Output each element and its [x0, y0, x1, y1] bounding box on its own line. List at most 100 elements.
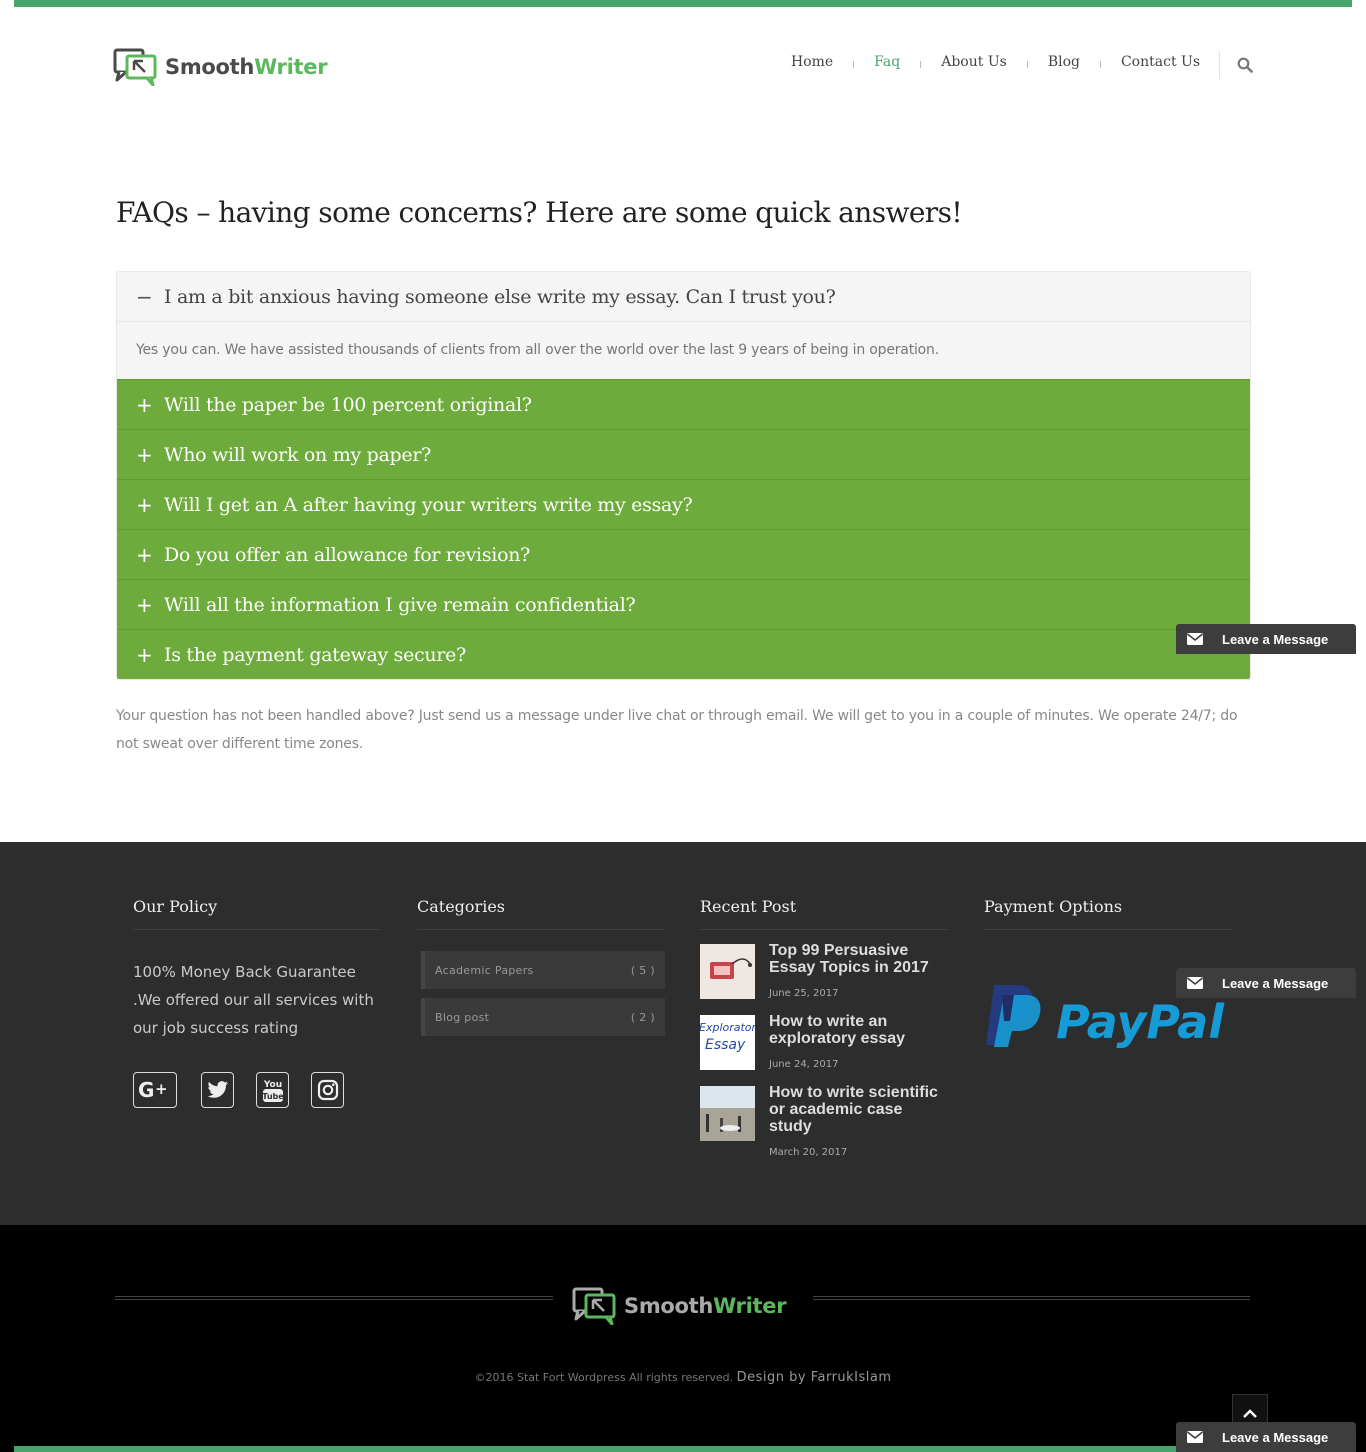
nav-home[interactable]: Home	[791, 54, 833, 70]
chevron-up-icon	[1243, 1409, 1257, 1418]
paypal-logo-text: PayPal	[1056, 995, 1225, 1049]
category-item[interactable]: Academic Papers ( 5 )	[421, 951, 665, 989]
bottom-accent-bar	[14, 1446, 1352, 1452]
faq-question: Will the paper be 100 percent original?	[164, 393, 532, 416]
social-links: G + You Tube	[133, 1072, 381, 1108]
leave-message-button[interactable]: Leave a Message	[1176, 1422, 1356, 1452]
category-label: Blog post	[435, 1010, 490, 1024]
divider-line	[115, 1296, 553, 1300]
envelope-icon	[1176, 968, 1214, 998]
nav-separator	[1026, 61, 1028, 68]
faq-item[interactable]: + Do you offer an allowance for revision…	[117, 529, 1250, 579]
faq-accordion: − I am a bit anxious having someone else…	[116, 271, 1251, 680]
nav-separator	[920, 61, 922, 68]
logo-chat-icon	[113, 48, 157, 86]
faq-item[interactable]: + Will I get an A after having your writ…	[117, 479, 1250, 529]
collapse-icon: −	[136, 284, 153, 309]
post-title[interactable]: How to write scientific or academic case…	[769, 1084, 948, 1135]
footer-categories: Categories Academic Papers ( 5 ) Blog po…	[417, 897, 665, 1036]
faq-question: I am a bit anxious having someone else w…	[164, 285, 836, 308]
copyright: ©2016 Stat Fort Wordpress All rights res…	[0, 1370, 1366, 1385]
expand-icon: +	[136, 492, 153, 517]
envelope-icon	[1176, 624, 1214, 654]
post-thumbnail-text-1: Exploratory	[700, 1021, 755, 1034]
copyright-text: ©2016 Stat Fort Wordpress All rights res…	[474, 1371, 734, 1384]
faq-footer-note: Your question has not been handled above…	[116, 708, 1238, 752]
post-thumbnail[interactable]	[700, 1086, 755, 1141]
faq-item[interactable]: + Who will work on my paper?	[117, 429, 1250, 479]
footer-heading: Categories	[417, 897, 665, 930]
expand-icon: +	[136, 642, 153, 667]
youtube-icon-text-top: You	[262, 1080, 281, 1090]
logo-chat-icon	[572, 1287, 616, 1325]
footer-policy: Our Policy 100% Money Back Guarantee .We…	[133, 897, 381, 1108]
post-title[interactable]: How to write an exploratory essay	[769, 1013, 948, 1047]
recent-post-list: Top 99 Persuasive Essay Topics in 2017 J…	[700, 942, 948, 1158]
site-logo[interactable]: SmoothWriter	[113, 48, 328, 86]
nav-contact-us[interactable]: Contact Us	[1121, 54, 1200, 70]
footer-recent-posts: Recent Post Top 99 Persuasive Essay Topi…	[700, 897, 948, 1158]
nav-faq[interactable]: Faq	[874, 54, 900, 70]
category-count: ( 5 )	[630, 963, 655, 977]
faq-question: Is the payment gateway secure?	[164, 643, 466, 666]
leave-message-label: Leave a Message	[1222, 631, 1329, 647]
expand-icon: +	[136, 392, 153, 417]
bottom-bar: SmoothWriter ©2016 Stat Fort Wordpress A…	[0, 1225, 1366, 1452]
design-credit[interactable]: Design by FarrukIslam	[737, 1370, 892, 1385]
recent-post[interactable]: Top 99 Persuasive Essay Topics in 2017 J…	[700, 942, 948, 999]
footer-logo[interactable]: SmoothWriter	[572, 1287, 787, 1325]
faq-question: Will I get an A after having your writer…	[164, 493, 693, 516]
instagram-icon[interactable]	[311, 1072, 344, 1108]
recent-post[interactable]: How to write scientific or academic case…	[700, 1084, 948, 1158]
recent-post[interactable]: Exploratory Essay How to write an explor…	[700, 1013, 948, 1070]
youtube-icon[interactable]: You Tube	[256, 1072, 289, 1108]
post-thumbnail-text-2: Essay	[705, 1037, 746, 1053]
nav-blog[interactable]: Blog	[1048, 54, 1080, 70]
faq-answer: Yes you can. We have assisted thousands …	[117, 322, 1250, 379]
category-count: ( 2 )	[630, 1010, 655, 1024]
faq-item[interactable]: + Will the paper be 100 percent original…	[117, 379, 1250, 429]
site-header: SmoothWriter Home Faq About Us Blog Cont…	[0, 7, 1366, 117]
leave-message-label: Leave a Message	[1222, 975, 1329, 991]
twitter-icon[interactable]	[201, 1072, 234, 1108]
logo-text-writer: Writer	[254, 55, 328, 79]
policy-text: 100% Money Back Guarantee .We offered ou…	[133, 963, 374, 1037]
faq-question: Who will work on my paper?	[164, 443, 431, 466]
category-item[interactable]: Blog post ( 2 )	[421, 998, 665, 1036]
logo-text-smooth: Smooth	[624, 1294, 714, 1318]
footer-payment: Payment Options	[984, 897, 1232, 930]
faq-item[interactable]: + Will all the information I give remain…	[117, 579, 1250, 629]
youtube-icon-text-bottom: Tube	[262, 1092, 284, 1101]
leave-message-button[interactable]: Leave a Message	[1176, 968, 1356, 998]
faq-item[interactable]: + Is the payment gateway secure?	[117, 629, 1250, 679]
footer-heading: Recent Post	[700, 897, 948, 930]
category-list: Academic Papers ( 5 ) Blog post ( 2 )	[421, 951, 665, 1036]
faq-item-open-header[interactable]: − I am a bit anxious having someone else…	[117, 272, 1250, 322]
footer-heading: Our Policy	[133, 897, 381, 930]
post-date: June 24, 2017	[769, 1059, 839, 1070]
nav-separator	[853, 61, 855, 68]
page-title: FAQs – having some concerns? Here are so…	[116, 196, 963, 229]
leave-message-button[interactable]: Leave a Message	[1176, 624, 1356, 654]
google-plus-icon[interactable]: G +	[133, 1072, 177, 1108]
main-nav: Home Faq About Us Blog Contact Us	[791, 54, 1200, 70]
divider-line	[813, 1296, 1250, 1300]
logo-text-writer: Writer	[713, 1294, 787, 1318]
post-thumbnail[interactable]: Exploratory Essay	[700, 1015, 755, 1070]
expand-icon: +	[136, 542, 153, 567]
search-icon[interactable]	[1237, 57, 1253, 73]
svg-text:+: +	[155, 1080, 168, 1098]
faq-question: Do you offer an allowance for revision?	[164, 543, 531, 566]
category-label: Academic Papers	[435, 963, 534, 977]
post-title[interactable]: Top 99 Persuasive Essay Topics in 2017	[769, 942, 948, 976]
post-date: March 20, 2017	[769, 1147, 848, 1158]
nav-divider	[1219, 51, 1220, 79]
post-date: June 25, 2017	[769, 988, 839, 999]
nav-about-us[interactable]: About Us	[941, 54, 1007, 70]
expand-icon: +	[136, 442, 153, 467]
svg-text:G: G	[138, 1079, 154, 1101]
nav-separator	[1099, 61, 1101, 68]
post-thumbnail[interactable]	[700, 944, 755, 999]
top-accent-bar	[14, 0, 1352, 7]
footer-heading: Payment Options	[984, 897, 1232, 930]
